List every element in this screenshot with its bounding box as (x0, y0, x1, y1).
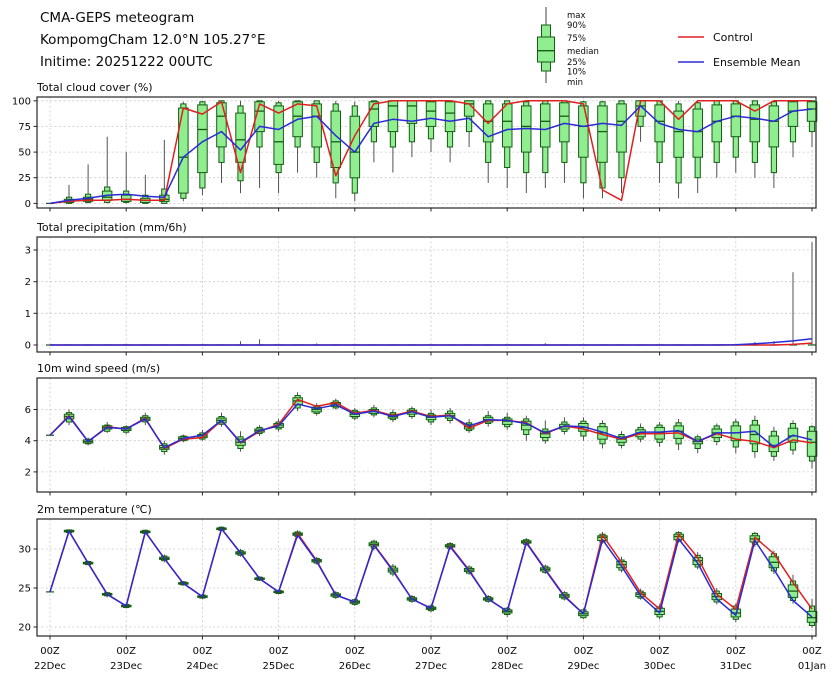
x-tick-date-label: 30Dec (644, 661, 676, 672)
x-tick-time-label: 00Z (802, 646, 822, 657)
figure-inittime: Initime: 20251222 00UTC (40, 54, 213, 70)
x-tick-date-label: 26Dec (339, 661, 371, 672)
box-25-75 (788, 102, 798, 127)
header: CMA-GEPS meteogram KompomgCham 12.0°N 10… (40, 10, 266, 70)
control-legend-label: Control (713, 31, 753, 44)
x-tick-time-label: 00Z (497, 646, 517, 657)
legend-outer-box (538, 37, 555, 62)
panel-frame (37, 378, 816, 492)
panel-frame (37, 237, 816, 352)
y-tick-label: 6 (25, 405, 31, 416)
panel-title-cloud: Total cloud cover (%) (36, 81, 153, 94)
legend-label-10: 10% (567, 68, 586, 78)
y-tick-label: 4 (25, 436, 31, 447)
box-25-75 (445, 102, 455, 132)
figure-title: CMA-GEPS meteogram (40, 10, 194, 26)
y-tick-label: 25 (18, 173, 31, 184)
y-tick-label: 2 (25, 277, 31, 288)
y-tick-label: 20 (18, 623, 31, 634)
panel-wind: 2 4 6 10m wind speed (m/s) (25, 362, 817, 496)
meteogram-svg: CMA-GEPS meteogram KompomgCham 12.0°N 10… (0, 0, 839, 680)
y-tick-label: 2 (25, 467, 31, 478)
x-tick-time-label: 00Z (650, 646, 670, 657)
panel-cloud: 0 25 50 75 100 Total cloud cover (%) (12, 81, 817, 212)
legend-label-25: 25% (567, 58, 586, 68)
box-25-75 (274, 106, 284, 164)
legend-label-min: min (567, 78, 583, 88)
panel-frame (37, 519, 816, 636)
meteogram-figure: CMA-GEPS meteogram KompomgCham 12.0°N 10… (0, 0, 839, 680)
legend-label-75: 75% (567, 34, 586, 44)
line-legend: Control Ensemble Mean (678, 31, 800, 69)
box-25-75 (674, 111, 684, 157)
ensemble-mean-legend-label: Ensemble Mean (713, 56, 800, 69)
y-tick-label: 100 (12, 96, 31, 107)
x-tick-date-label: 23Dec (110, 661, 142, 672)
panel-temp: 20 25 30 2m temperature (℃) 00Z 22Dec 00Z 23Dec… (18, 503, 826, 672)
x-tick-date-label: 27Dec (415, 661, 447, 672)
x-tick-time-label: 00Z (421, 646, 441, 657)
panel-precip: 0 1 2 3 Total precipitation (mm/6h) (25, 221, 816, 356)
chart-panels: 0 25 50 75 100 Total cloud cover (%) 0 1 2 3 Total… (12, 81, 826, 672)
y-tick-label: 3 (25, 246, 31, 257)
x-tick-time-label: 00Z (726, 646, 746, 657)
figure-location: KompomgCham 12.0°N 105.27°E (40, 32, 266, 48)
legend-label-median: median (567, 47, 599, 57)
box-25-75 (541, 104, 551, 147)
box-25-75 (693, 109, 703, 157)
box-25-75 (312, 104, 322, 147)
x-tick-date-label: 01Jan (798, 661, 826, 672)
x-tick-date-label: 22Dec (34, 661, 66, 672)
x-tick-date-label: 29Dec (567, 661, 599, 672)
x-tick-time-label: 00Z (574, 646, 594, 657)
y-tick-label: 0 (25, 199, 31, 210)
y-tick-label: 0 (25, 341, 31, 352)
x-tick-date-label: 25Dec (263, 661, 295, 672)
box-25-75 (731, 104, 741, 137)
box-25-75 (807, 431, 817, 456)
x-tick-time-label: 00Z (116, 646, 136, 657)
box-25-75 (617, 104, 627, 152)
panel-title-precip: Total precipitation (mm/6h) (36, 221, 187, 234)
box-whisker-legend: max 90% 75% median 25% 10% min (538, 7, 599, 88)
y-tick-label: 75 (18, 122, 31, 133)
x-tick-time-label: 00Z (345, 646, 365, 657)
legend-label-90: 90% (567, 21, 586, 31)
y-tick-label: 30 (18, 545, 31, 556)
x-tick-date-label: 28Dec (491, 661, 523, 672)
box-25-75 (122, 195, 132, 201)
box-25-75 (807, 102, 817, 122)
x-tick-date-label: 31Dec (720, 661, 752, 672)
x-tick-date-label: 24Dec (186, 661, 218, 672)
box-25-75 (579, 106, 589, 157)
box-25-75 (807, 611, 817, 622)
box-25-75 (198, 105, 208, 173)
box-25-75 (236, 113, 246, 162)
panel-title-wind: 10m wind speed (m/s) (37, 362, 160, 375)
legend-label-max: max (567, 11, 586, 21)
box-25-75 (217, 103, 227, 147)
box-25-75 (769, 106, 779, 147)
box-25-75 (598, 106, 608, 162)
box-25-75 (426, 102, 436, 127)
x-tick-time-label: 00Z (40, 646, 60, 657)
x-tick-time-label: 00Z (193, 646, 213, 657)
y-tick-label: 50 (18, 148, 31, 159)
box-25-75 (503, 104, 513, 147)
y-tick-label: 1 (25, 309, 31, 320)
panel-title-temp: 2m temperature (℃) (37, 503, 152, 516)
y-tick-label: 25 (18, 584, 31, 595)
box-25-75 (560, 103, 570, 142)
x-tick-time-label: 00Z (269, 646, 289, 657)
